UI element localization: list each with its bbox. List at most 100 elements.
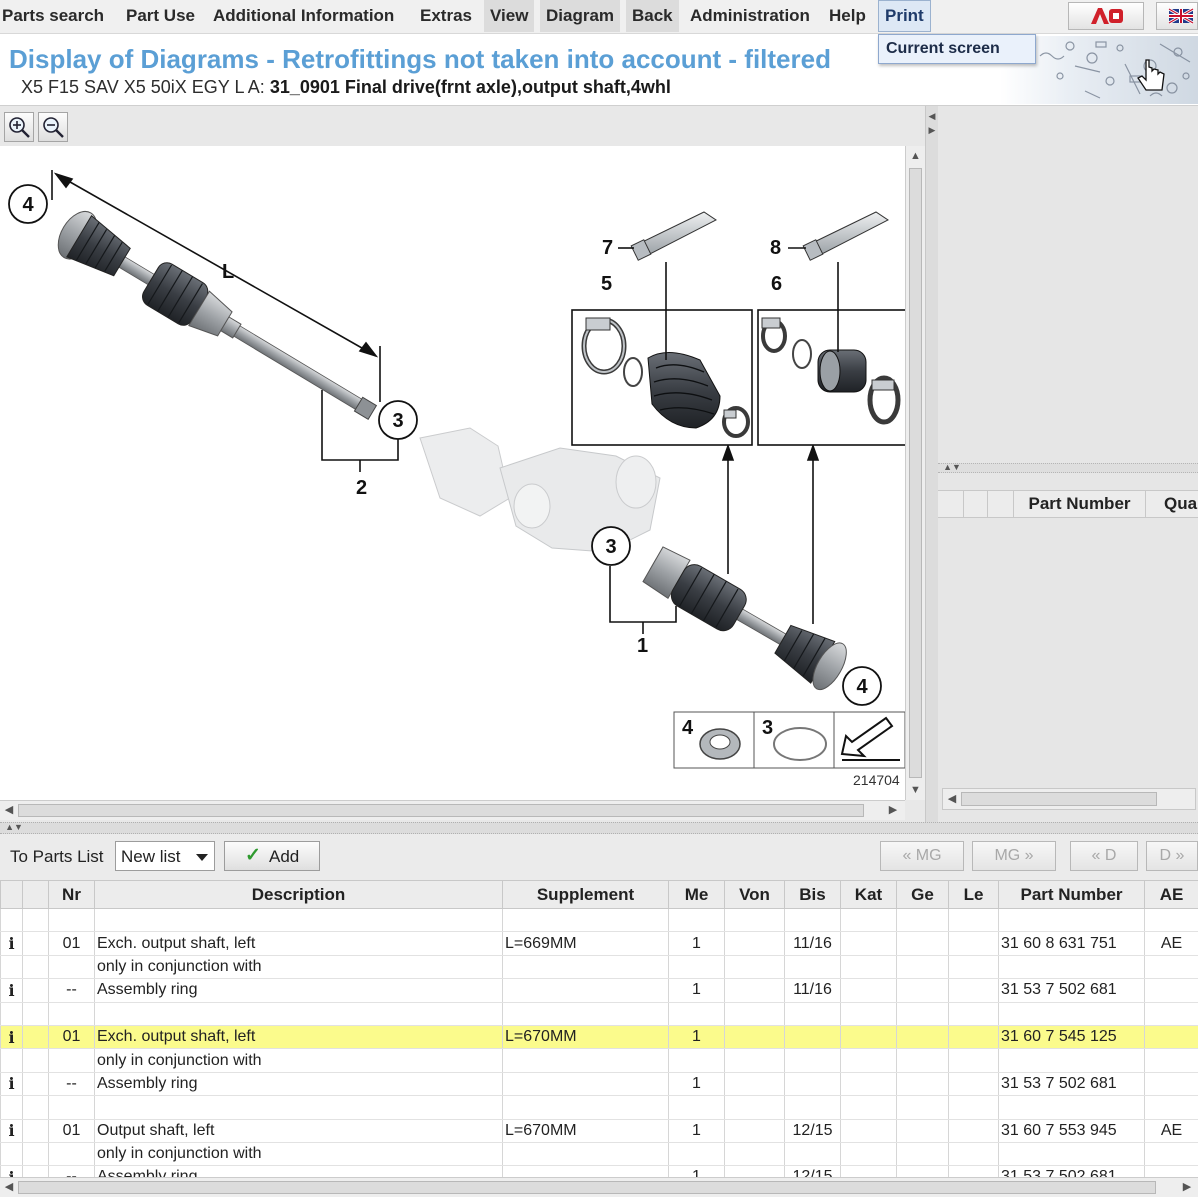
cell-bis xyxy=(784,908,841,933)
cell-description xyxy=(94,1095,503,1120)
col-von[interactable]: Von xyxy=(724,880,785,909)
vertical-splitter[interactable]: ◀ ▶ xyxy=(925,106,938,822)
menu-print[interactable]: Print xyxy=(878,0,931,32)
right-horizontal-scrollbar[interactable]: ◀ xyxy=(942,788,1196,810)
splitter-arrows-icon[interactable]: ▲▼ xyxy=(2,820,26,834)
right-pane-splitter[interactable]: ▲▼ xyxy=(938,460,1198,474)
ag-logo-button[interactable] xyxy=(1068,2,1144,30)
cell-von xyxy=(724,1048,785,1073)
next-main-group-button[interactable]: MG » xyxy=(972,841,1056,871)
table-row[interactable] xyxy=(0,1095,1198,1120)
col-le[interactable]: Le xyxy=(948,880,999,909)
table-scroll-right-arrow-icon[interactable]: ▶ xyxy=(1180,1179,1194,1195)
row-blank xyxy=(22,1072,49,1097)
row-blank xyxy=(22,955,49,980)
info-icon[interactable]: i xyxy=(0,978,23,1003)
col-kat[interactable]: Kat xyxy=(840,880,897,909)
scroll-right-arrow-icon[interactable]: ▶ xyxy=(886,802,900,818)
prev-diagram-button[interactable]: « D xyxy=(1070,841,1138,871)
table-row[interactable] xyxy=(0,1002,1198,1026)
table-row[interactable]: only in conjunction with xyxy=(0,1048,1198,1073)
cell-me: 1 xyxy=(668,1072,725,1097)
info-icon[interactable] xyxy=(0,1142,23,1167)
language-flag-button[interactable] xyxy=(1156,2,1198,30)
table-row[interactable]: i -- Assembly ring 1 31 53 7 502 681 xyxy=(0,1072,1198,1097)
next-diagram-button[interactable]: D » xyxy=(1146,841,1198,871)
menu-administration[interactable]: Administration xyxy=(690,0,810,32)
cell-nr xyxy=(48,908,95,933)
parts-list-select[interactable]: New list xyxy=(115,841,215,871)
info-icon[interactable] xyxy=(0,1048,23,1073)
table-row[interactable]: i 01 Exch. output shaft, left L=670MM 1 31 60… xyxy=(0,1025,1198,1050)
menu-part-use[interactable]: Part Use xyxy=(126,0,195,32)
col-me[interactable]: Me xyxy=(668,880,725,909)
info-icon[interactable]: i xyxy=(0,1025,23,1050)
table-horizontal-scrollbar[interactable]: ◀ ▶ xyxy=(0,1177,1198,1197)
right-scroll-left-arrow-icon[interactable]: ◀ xyxy=(945,791,959,807)
menu-extras[interactable]: Extras xyxy=(420,0,472,32)
table-row[interactable]: only in conjunction with xyxy=(0,955,1198,980)
zoom-out-button[interactable] xyxy=(38,112,68,142)
menu-bar: Parts search Part Use Additional Informa… xyxy=(0,0,1198,34)
info-icon[interactable] xyxy=(0,955,23,980)
menu-diagram[interactable]: Diagram xyxy=(540,0,621,32)
diagram-hscroll-thumb[interactable] xyxy=(18,804,864,817)
cell-me: 1 xyxy=(668,1025,725,1050)
print-dropdown: Current screen xyxy=(878,34,1036,64)
cell-ae xyxy=(1144,1025,1198,1050)
menu-parts-search[interactable]: Parts search xyxy=(2,0,104,32)
info-icon[interactable] xyxy=(0,908,23,933)
scroll-left-arrow-icon[interactable]: ◀ xyxy=(2,802,16,818)
col-nr[interactable]: Nr xyxy=(48,880,95,909)
col-ae[interactable]: AE xyxy=(1144,880,1198,909)
right-splitter-arrows-icon[interactable]: ▲▼ xyxy=(940,460,964,474)
scroll-up-arrow-icon[interactable]: ▲ xyxy=(906,148,925,164)
menu-view[interactable]: View xyxy=(484,0,535,32)
right-col-part-number[interactable]: Part Number xyxy=(1014,491,1146,517)
image-number: 214704 xyxy=(853,772,900,788)
diagram-vscroll-thumb[interactable] xyxy=(909,168,922,778)
scroll-down-arrow-icon[interactable]: ▼ xyxy=(906,782,925,798)
callout-circle-lower-3: 3 xyxy=(591,526,631,566)
splitter-collapse-right-icon[interactable]: ▶ xyxy=(926,122,938,138)
table-row[interactable]: only in conjunction with xyxy=(0,1142,1198,1167)
info-icon[interactable]: i xyxy=(0,1165,23,1177)
info-icon[interactable] xyxy=(0,1002,23,1026)
print-current-screen-option[interactable]: Current screen xyxy=(886,40,1000,58)
col-bis[interactable]: Bis xyxy=(784,880,841,909)
prev-main-group-button[interactable]: « MG xyxy=(880,841,964,871)
horizontal-splitter[interactable]: ▲▼ xyxy=(0,822,1198,834)
cell-von xyxy=(724,955,785,980)
menu-back[interactable]: Back xyxy=(626,0,679,32)
info-icon[interactable]: i xyxy=(0,931,23,956)
cell-kat xyxy=(840,1072,897,1097)
col-ge[interactable]: Ge xyxy=(896,880,949,909)
right-hscroll-thumb[interactable] xyxy=(961,792,1157,806)
page-title: Display of Diagrams - Retrofittings not … xyxy=(9,44,831,74)
col-description[interactable]: Description xyxy=(94,880,503,909)
table-scroll-left-arrow-icon[interactable]: ◀ xyxy=(2,1179,16,1195)
col-supplement[interactable]: Supplement xyxy=(502,880,669,909)
cell-nr xyxy=(48,1095,95,1120)
table-row[interactable] xyxy=(0,908,1198,933)
row-blank xyxy=(22,978,49,1003)
table-row[interactable]: i 01 Output shaft, left L=670MM 1 12/15 31 60 … xyxy=(0,1119,1198,1143)
info-icon[interactable]: i xyxy=(0,1119,23,1143)
add-button[interactable]: ✓ Add xyxy=(224,841,320,871)
zoom-in-button[interactable] xyxy=(4,112,34,142)
info-icon[interactable] xyxy=(0,1095,23,1120)
table-hscroll-thumb[interactable] xyxy=(18,1181,1156,1194)
col-part-number[interactable]: Part Number xyxy=(998,880,1145,909)
cell-bis: 11/16 xyxy=(784,931,841,956)
diagram-canvas[interactable]: L 4 3 2 7 5 8 6 3 1 4 4 3 214704 xyxy=(0,146,905,800)
ag-logo-icon xyxy=(1091,8,1123,24)
diagram-vertical-scrollbar[interactable]: ▲ ▼ xyxy=(905,146,925,800)
table-row[interactable]: i --Assembly ring 1 12/15 31 53 7 502 681 xyxy=(0,1165,1198,1177)
table-row[interactable]: i -- Assembly ring 1 11/16 31 53 7 502 681 xyxy=(0,978,1198,1003)
menu-additional-information[interactable]: Additional Information xyxy=(213,0,394,32)
right-col-quantity[interactable]: Qua xyxy=(1146,491,1198,517)
table-row[interactable]: i 01 Exch. output shaft, left L=669MM 1 11/16… xyxy=(0,931,1198,956)
diagram-horizontal-scrollbar[interactable]: ◀ ▶ xyxy=(0,800,905,820)
menu-help[interactable]: Help xyxy=(829,0,866,32)
info-icon[interactable]: i xyxy=(0,1072,23,1097)
